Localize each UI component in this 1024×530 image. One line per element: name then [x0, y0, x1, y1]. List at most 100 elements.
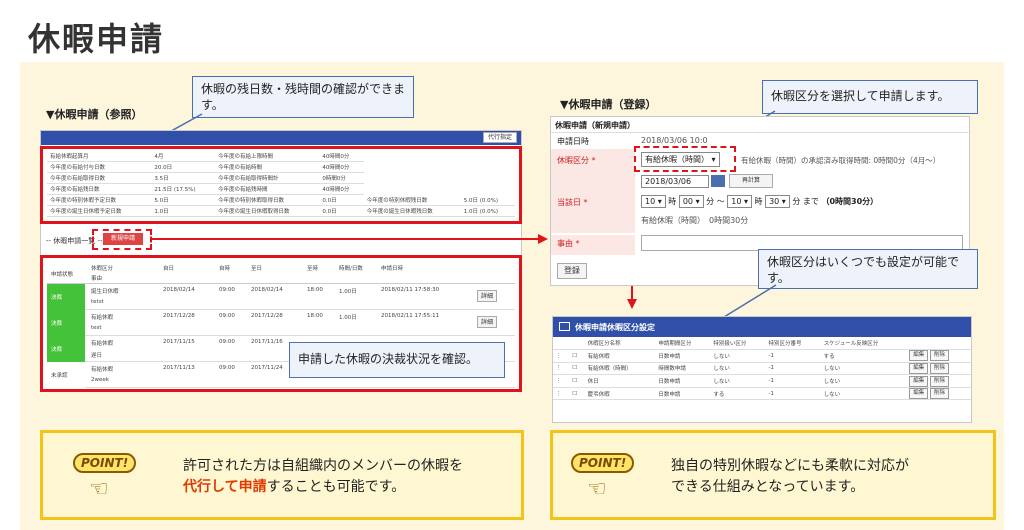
- list-cell-reason: 2week: [91, 377, 109, 383]
- date-input[interactable]: 2018/03/06: [641, 175, 709, 188]
- settings-actions: 編集 削除: [906, 387, 971, 401]
- summary-cell: 今年度の有給上限時間: [215, 151, 320, 163]
- settings-cell: しない: [710, 349, 766, 363]
- settings-cell: しない: [820, 387, 907, 401]
- edit-button[interactable]: 編集: [909, 388, 929, 400]
- settings-callout: 休暇区分はいくつでも設定が可能です。: [758, 249, 978, 289]
- ref-summary-box: 有給休暇起算月 4月 今年度の有給上限時間 40時間0分 今年度の有給付与日数 20.0日…: [40, 146, 522, 224]
- summary-cell: 1.0日 (0.0%): [460, 205, 515, 218]
- summary-row: 今年度の特別休暇予定日数 5.0日 今年度の特別休暇取得日数 0.0日 今年度の特別休暇…: [47, 194, 515, 207]
- summary-cell: 3.5日: [151, 172, 215, 185]
- settings-cell: しない: [710, 362, 766, 376]
- settings-row: ⋮ ☐ 休日 日数申請 しない -1 しない 編集 削除: [553, 374, 971, 388]
- page-title: 休暇申請: [28, 20, 165, 58]
- to-min-select[interactable]: 30 ▾: [765, 195, 790, 208]
- status-cell: 未承認: [47, 362, 85, 388]
- settings-header-cell: 特別区分番号: [765, 337, 821, 351]
- settings-cell: する: [820, 349, 907, 363]
- ref-callout: 休暇の残日数・残時間の確認ができます。: [192, 76, 414, 118]
- recalc-button[interactable]: 再計算: [729, 174, 773, 188]
- type-select[interactable]: 有給休暇（時間） ▾: [641, 152, 720, 167]
- settings-cell: 休日: [584, 374, 656, 388]
- summary-cell: 今年度の特別休暇取得日数: [215, 194, 320, 207]
- detail-button[interactable]: 詳細: [477, 316, 497, 328]
- from-min-select[interactable]: 00 ▾: [678, 195, 704, 208]
- settings-cell: 有給休暇（時間）: [584, 362, 656, 376]
- list-cell-type: 有給休暇: [91, 315, 114, 321]
- select-all-checkbox[interactable]: [569, 337, 585, 351]
- label-reason: 事由 *: [557, 239, 580, 248]
- status-cell: 決裁: [47, 336, 85, 362]
- to-min-value: 30: [769, 197, 780, 206]
- summary-cell: 0.0日: [319, 194, 364, 207]
- drag-handle[interactable]: ⋮: [553, 374, 570, 388]
- edit-button[interactable]: 編集: [909, 375, 929, 387]
- label-type: 休暇区分 *: [557, 156, 596, 165]
- list-cell-type: 有給休暇: [91, 367, 114, 373]
- drag-handle[interactable]: ⋮: [553, 349, 570, 363]
- duration-text: （0時間30分）: [821, 197, 879, 206]
- row-checkbox[interactable]: ☐: [569, 387, 585, 401]
- monitor-icon: [559, 322, 570, 331]
- list-cell-from: 2017/11/15: [163, 339, 195, 345]
- settings-header: 休暇申請休暇区分設定: [553, 317, 971, 337]
- delete-button[interactable]: 削除: [930, 375, 950, 387]
- summary-cell: 今年度の有給残日数: [47, 183, 152, 196]
- submit-button[interactable]: 登録: [557, 263, 587, 279]
- settings-header-cell: 申請期間区分: [655, 337, 711, 351]
- ref-header-bar: 代行指定: [41, 131, 521, 145]
- drag-handle[interactable]: ⋮: [553, 362, 570, 376]
- summary-cell: 40時間0分: [319, 151, 364, 163]
- summary-cell: 今年度の誕生日休暇残日数: [363, 205, 461, 218]
- point-left-rest: することも可能です。: [266, 479, 406, 495]
- row-checkbox[interactable]: ☐: [569, 362, 585, 376]
- new-request-button[interactable]: 新規申請: [103, 233, 143, 245]
- settings-cell: 日数申請: [655, 349, 711, 363]
- summary-cell: 21.5日 (17.5%): [151, 183, 215, 196]
- edit-button[interactable]: 編集: [909, 350, 929, 362]
- settings-cell: 有給休暇: [584, 349, 656, 363]
- summary-cell: 20.0日: [151, 161, 215, 174]
- settings-cell: 日数申請: [655, 374, 711, 388]
- unit-hour-2: 時: [754, 197, 763, 206]
- reg-callout: 休暇区分を選択して申請します。: [762, 80, 978, 114]
- delete-button[interactable]: 削除: [930, 350, 950, 362]
- delete-button[interactable]: 削除: [930, 388, 950, 400]
- settings-cell: しない: [710, 374, 766, 388]
- type-select-value: 有給休暇（時間）: [645, 155, 709, 164]
- time-row: 10 ▾ 時 00 ▾ 分 〜 10 ▾ 時 30 ▾ 分 まで （0時間30分…: [641, 195, 878, 208]
- to-hour-select[interactable]: 10 ▾: [727, 195, 752, 208]
- settings-cell: 時間数申請: [655, 362, 711, 376]
- settings-cell: 日数申請: [655, 387, 711, 401]
- ref-section-title: ▼休暇申請（参照）: [46, 108, 143, 121]
- summary-cell: 今年度の誕生日休暇予定日数: [47, 205, 152, 218]
- settings-header-row: 休暇区分名称 申請期間区分 特別扱い区分 特別区分番号 スケジュール反映区分: [553, 337, 971, 351]
- row-checkbox[interactable]: ☐: [569, 349, 585, 363]
- summary-row: 有給休暇起算月 4月 今年度の有給上限時間 40時間0分: [47, 151, 515, 163]
- status-label: 未承認: [51, 373, 68, 379]
- summary-cell: 今年度の有給付与日数: [47, 161, 152, 174]
- from-hour-select[interactable]: 10 ▾: [641, 195, 666, 208]
- drag-handle[interactable]: ⋮: [553, 387, 570, 401]
- settings-title: 休暇申請休暇区分設定: [575, 323, 655, 332]
- edit-button[interactable]: 編集: [909, 362, 929, 374]
- until-text: 分 まで: [792, 197, 819, 206]
- list-header-cell: 休暇区分: [91, 266, 114, 272]
- delete-button[interactable]: 削除: [930, 362, 950, 374]
- summary-cell: 4月: [151, 151, 215, 163]
- list-sub-header: 事由: [91, 276, 103, 282]
- list-cell-reason: test: [91, 325, 102, 331]
- summary-table: 有給休暇起算月 4月 今年度の有給上限時間 40時間0分 今年度の有給付与日数 20.0日…: [47, 151, 515, 218]
- proxy-button[interactable]: 代行指定: [483, 132, 517, 143]
- pointing-hand-icon: ☜: [89, 477, 109, 502]
- calendar-icon[interactable]: [711, 175, 725, 187]
- list-cell-from: 2017/11/13: [163, 365, 195, 371]
- status-label: 決裁: [51, 295, 63, 301]
- settings-cell: する: [710, 387, 766, 401]
- summary-row: 今年度の有給付与日数 20.0日 今年度の有給時間 40時間0分: [47, 161, 515, 174]
- row-checkbox[interactable]: ☐: [569, 374, 585, 388]
- status-callout: 申請した休暇の決裁状況を確認。: [289, 342, 505, 378]
- from-hour-value: 10: [645, 197, 656, 206]
- point-right-line1: 独自の特別休暇などにも柔軟に対応が: [671, 458, 909, 474]
- status-cell: 決裁: [47, 310, 85, 336]
